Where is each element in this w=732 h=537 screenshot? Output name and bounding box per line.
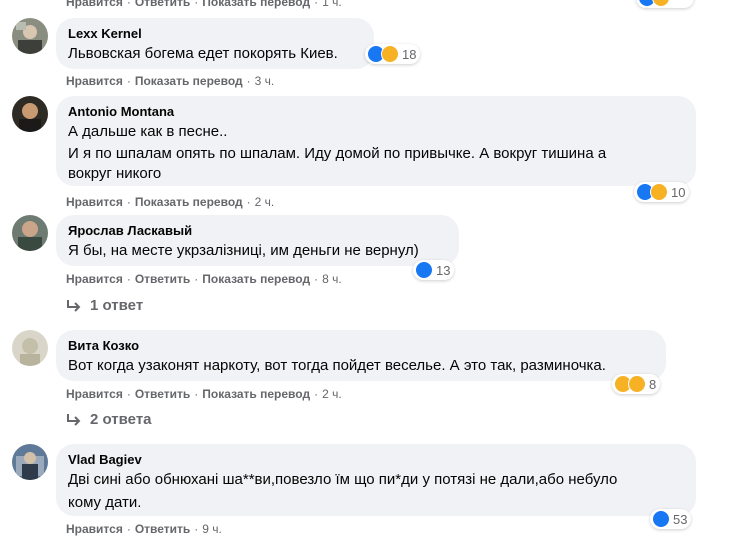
reaction-summary[interactable]: 53 — [650, 509, 692, 529]
comment-actions: Нравится · Ответить · Показать перевод · 8 ч. — [66, 272, 342, 286]
view-replies-link[interactable]: 1 ответ — [66, 297, 143, 314]
reply-arrow-icon — [67, 413, 81, 426]
like-action[interactable]: Нравится — [66, 195, 123, 209]
reaction-count: 8 — [649, 376, 657, 392]
comment-bubble: Lexx Kernel Львовская богема едет покоря… — [56, 18, 374, 69]
comment-author[interactable]: Vlad Bagiev — [68, 452, 684, 468]
like-action[interactable]: Нравится — [66, 522, 123, 536]
reply-action[interactable]: Ответить — [135, 387, 190, 401]
translate-action[interactable]: Показать перевод — [202, 387, 310, 401]
comment-author[interactable]: Lexx Kernel — [68, 26, 362, 42]
avatar[interactable] — [12, 444, 48, 480]
reaction-summary[interactable]: 10 — [634, 182, 690, 202]
comment-actions-top: Нравится · Ответить · Показать перевод · 1 ч. — [66, 0, 342, 10]
timestamp[interactable]: 2 ч. — [322, 387, 342, 401]
replies-label: 2 ответа — [90, 411, 152, 428]
comment-text-line: вокруг никого — [68, 165, 162, 182]
reaction-summary[interactable] — [636, 0, 694, 8]
reaction-count: 18 — [402, 46, 417, 62]
reply-action[interactable]: Ответить — [135, 0, 190, 9]
comment-actions: Нравится · Показать перевод · 2 ч. — [66, 195, 275, 209]
comment-text: Львовская богема едет покорять Киев. — [68, 45, 338, 62]
avatar[interactable] — [12, 215, 48, 251]
translate-action[interactable]: Показать перевод — [135, 74, 243, 88]
timestamp[interactable]: 9 ч. — [202, 522, 222, 536]
comment-author[interactable]: Antonio Montana — [68, 104, 684, 120]
reaction-summary[interactable]: 18 — [365, 44, 421, 64]
comment-bubble: Vlad Bagiev Дві сині або обнюхані ша**ви… — [56, 444, 696, 516]
reaction-summary[interactable]: 13 — [413, 260, 455, 280]
comment-text-line: И я по шпалам опять по шпалам. Иду домой… — [68, 145, 607, 162]
reply-action[interactable]: Ответить — [135, 522, 190, 536]
comment-actions: Нравится · Ответить · Показать перевод · 2 ч. — [66, 387, 342, 401]
comment-author[interactable]: Ярослав Ласкавый — [68, 223, 447, 239]
timestamp[interactable]: 1 ч. — [322, 0, 342, 9]
comment-text-line: А дальше как в песне.. — [68, 123, 228, 140]
like-action[interactable]: Нравится — [66, 272, 123, 286]
translate-action[interactable]: Показать перевод — [202, 272, 310, 286]
avatar[interactable] — [12, 330, 48, 366]
comment-author[interactable]: Вита Козко — [68, 338, 654, 354]
reply-action[interactable]: Ответить — [135, 272, 190, 286]
haha-icon — [650, 183, 668, 201]
like-icon — [652, 510, 670, 528]
like-action[interactable]: Нравится — [66, 74, 123, 88]
view-replies-link[interactable]: 2 ответа — [66, 411, 152, 428]
reaction-summary[interactable]: 8 — [612, 374, 661, 394]
avatar[interactable] — [12, 96, 48, 132]
like-action[interactable]: Нравится — [66, 387, 123, 401]
comment-text: Вот когда узаконят наркоту, вот тогда по… — [68, 357, 606, 374]
like-action[interactable]: Нравится — [66, 0, 123, 9]
like-icon — [415, 261, 433, 279]
comment-actions: Нравится · Показать перевод · 3 ч. — [66, 74, 275, 88]
comment-bubble: Antonio Montana А дальше как в песне.. И… — [56, 96, 696, 186]
haha-icon — [652, 0, 670, 7]
reply-arrow-icon — [67, 299, 81, 312]
translate-action[interactable]: Показать перевод — [202, 0, 310, 9]
sad-icon — [628, 375, 646, 393]
comment-actions: Нравится · Ответить · 9 ч. — [66, 522, 222, 536]
reaction-count: 10 — [671, 184, 686, 200]
haha-icon — [381, 45, 399, 63]
comment-text: Я бы, на месте укрзалізниці, им деньги н… — [68, 242, 419, 259]
timestamp[interactable]: 2 ч. — [255, 195, 275, 209]
comment-bubble: Вита Козко Вот когда узаконят наркоту, в… — [56, 330, 666, 381]
comment-text-line: кому дати. — [68, 494, 142, 511]
comment-text-line: Дві сині або обнюхані ша**ви,повезло їм … — [68, 471, 618, 488]
replies-label: 1 ответ — [90, 297, 144, 314]
timestamp[interactable]: 3 ч. — [255, 74, 275, 88]
reaction-count: 13 — [436, 262, 451, 278]
translate-action[interactable]: Показать перевод — [135, 195, 243, 209]
timestamp[interactable]: 8 ч. — [322, 272, 342, 286]
avatar[interactable] — [12, 18, 48, 54]
reaction-count: 53 — [673, 511, 688, 527]
comment-bubble: Ярослав Ласкавый Я бы, на месте укрзаліз… — [56, 215, 459, 266]
